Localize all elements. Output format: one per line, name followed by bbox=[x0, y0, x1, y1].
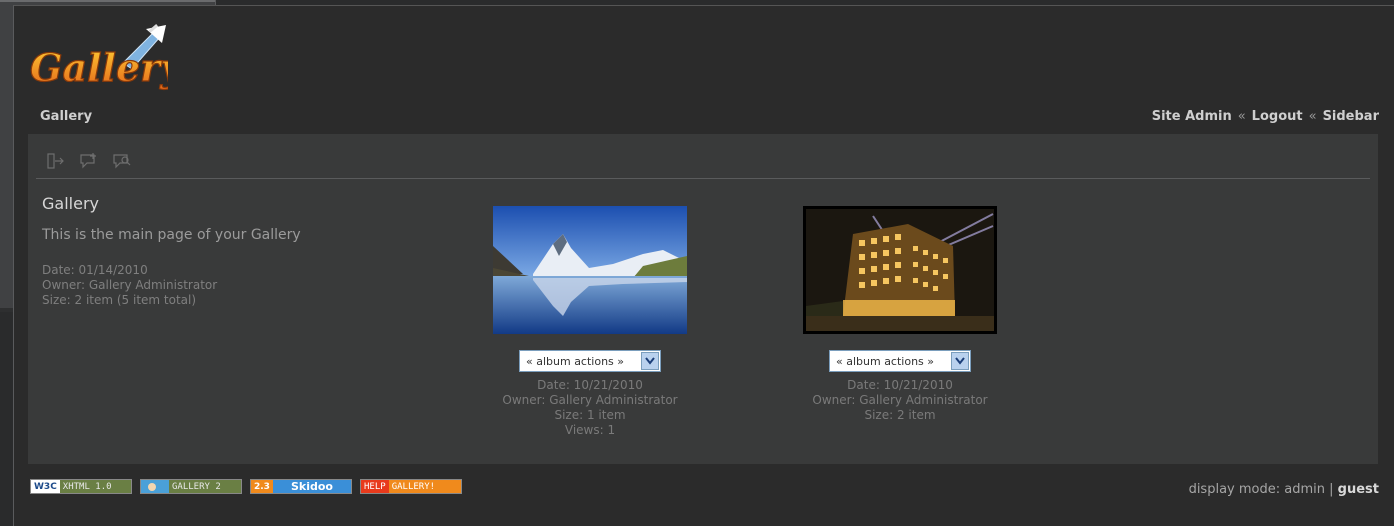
album-description: This is the main page of your Gallery bbox=[42, 227, 301, 243]
album-date: Date: 01/14/2010 bbox=[42, 263, 148, 277]
gallery-logo-icon: Gallery bbox=[29, 24, 186, 91]
item-views: Views: 1 bbox=[564, 423, 616, 437]
background-window-border bbox=[0, 0, 215, 2]
chevron-down-icon[interactable] bbox=[951, 352, 969, 370]
w3c-badge-right: XHTML 1.0 bbox=[59, 480, 131, 493]
gallery2-badge-icon bbox=[141, 480, 169, 493]
gallery-page: Gallery Gallery Site Admin « Logout « Sideba… bbox=[13, 5, 1394, 526]
item-date: Date: 10/21/2010 bbox=[537, 378, 643, 392]
footer-badges: W3C XHTML 1.0 GALLERY 2 2.3 Skidoo HELP … bbox=[30, 479, 462, 495]
album-size: Size: 2 item (5 item total) bbox=[42, 293, 197, 307]
comment-add-icon[interactable] bbox=[79, 152, 99, 174]
item-size: Size: 1 item bbox=[554, 408, 626, 422]
comment-view-icon[interactable] bbox=[112, 152, 132, 174]
skidoo-badge-right: Skidoo bbox=[272, 480, 351, 493]
toolbar-divider bbox=[36, 178, 1370, 179]
help-badge-left: HELP bbox=[361, 480, 389, 493]
exit-icon[interactable] bbox=[46, 152, 66, 174]
album-item: « album actions » Date: 10/21/2010 Owner… bbox=[485, 206, 695, 438]
help-badge-right: GALLERY! bbox=[388, 480, 461, 493]
w3c-xhtml-badge[interactable]: W3C XHTML 1.0 bbox=[30, 479, 132, 494]
skidoo-badge[interactable]: 2.3 Skidoo bbox=[250, 479, 352, 494]
toolbar bbox=[46, 152, 140, 172]
display-mode-guest[interactable]: guest bbox=[1338, 482, 1379, 497]
main-content: Gallery This is the main page of your Ga… bbox=[28, 134, 1378, 464]
album-actions-label: « album actions » bbox=[836, 354, 935, 368]
display-mode-admin[interactable]: admin bbox=[1284, 482, 1325, 497]
breadcrumb[interactable]: Gallery bbox=[40, 109, 92, 124]
logout-link[interactable]: Logout bbox=[1252, 109, 1303, 124]
help-gallery-badge[interactable]: HELP GALLERY! bbox=[360, 479, 462, 494]
item-size: Size: 2 item bbox=[864, 408, 936, 422]
item-date: Date: 10/21/2010 bbox=[847, 378, 953, 392]
album-info: Gallery This is the main page of your Ga… bbox=[42, 194, 462, 308]
link-separator: « bbox=[1308, 109, 1317, 124]
album-actions-select[interactable]: « album actions » bbox=[519, 350, 661, 372]
gallery2-badge[interactable]: GALLERY 2 bbox=[140, 479, 242, 494]
top-links: Site Admin « Logout « Sidebar bbox=[1152, 109, 1379, 124]
album-thumbnail-mountain[interactable] bbox=[493, 206, 687, 334]
gallery2-badge-right: GALLERY 2 bbox=[169, 480, 241, 493]
link-separator: « bbox=[1237, 109, 1246, 124]
display-mode: display mode: admin | guest bbox=[1189, 482, 1379, 497]
item-owner: Owner: Gallery Administrator bbox=[812, 393, 988, 407]
display-mode-separator: | bbox=[1329, 482, 1334, 497]
display-mode-label: display mode: bbox=[1188, 482, 1281, 497]
album-actions-label: « album actions » bbox=[526, 354, 625, 368]
logo-wordmark: Gallery bbox=[30, 45, 168, 90]
gallery-logo[interactable]: Gallery bbox=[28, 23, 186, 93]
album-actions-select[interactable]: « album actions » bbox=[829, 350, 971, 372]
chevron-down-icon[interactable] bbox=[641, 352, 659, 370]
w3c-badge-left: W3C bbox=[31, 480, 60, 493]
album-item: « album actions » Date: 10/21/2010 Owner… bbox=[795, 206, 1005, 423]
site-admin-link[interactable]: Site Admin bbox=[1152, 109, 1232, 124]
album-owner: Owner: Gallery Administrator bbox=[42, 278, 218, 292]
item-owner: Owner: Gallery Administrator bbox=[502, 393, 678, 407]
sidebar-link[interactable]: Sidebar bbox=[1323, 109, 1379, 124]
header-bar: Gallery Site Admin « Logout « Sidebar bbox=[28, 103, 1379, 131]
skidoo-badge-left: 2.3 bbox=[251, 480, 273, 493]
album-thumbnail-hotel[interactable] bbox=[803, 206, 997, 334]
background-window-bar bbox=[0, 308, 13, 312]
album-title: Gallery bbox=[42, 194, 99, 213]
